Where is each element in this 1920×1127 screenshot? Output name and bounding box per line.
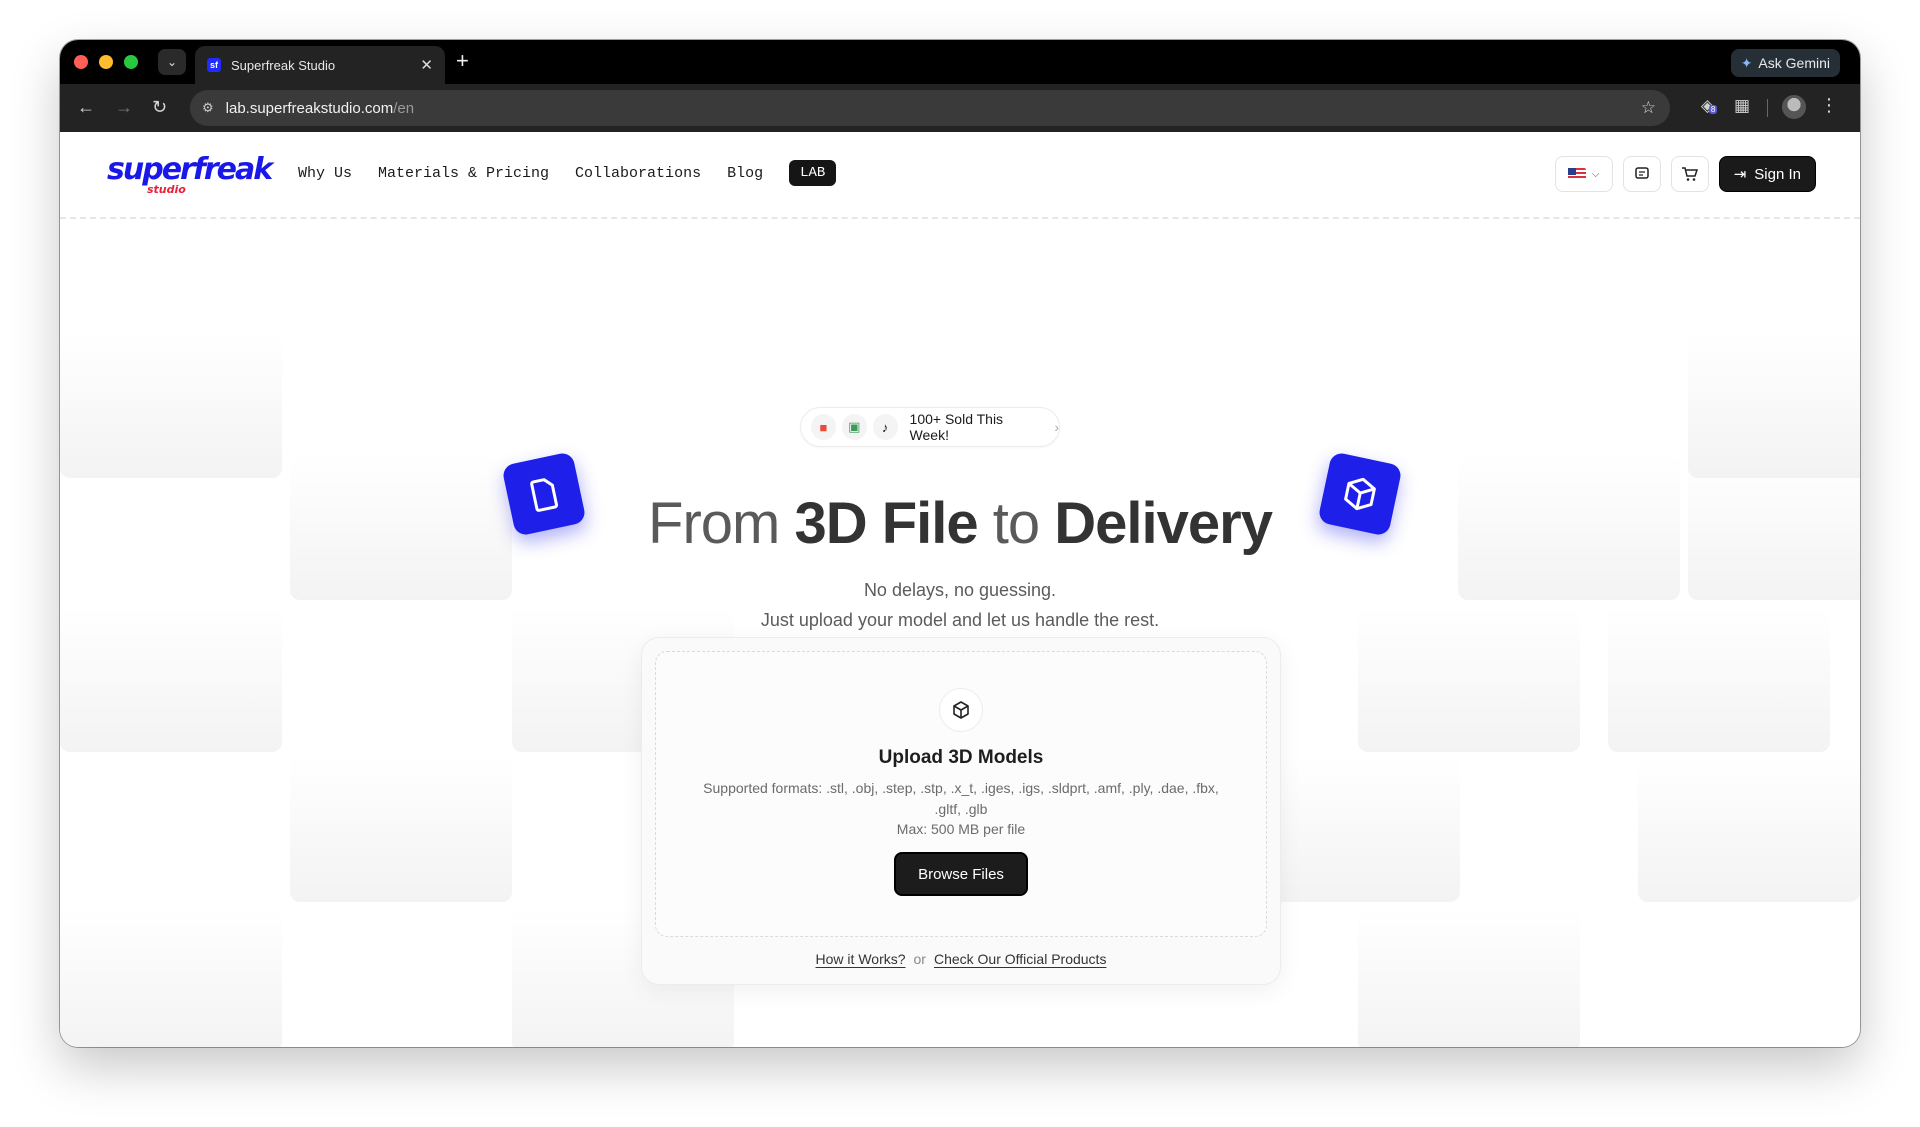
cube-outline-icon [953, 701, 969, 719]
pill-text: 100+ Sold This Week! [909, 411, 1004, 443]
cart-button[interactable] [1670, 156, 1709, 192]
shopping-bag-icon: ■ [811, 414, 836, 440]
minimize-window-button[interactable] [99, 55, 113, 69]
address-bar[interactable]: ⚙ lab.superfreakstudio.com /en ☆ [190, 90, 1670, 126]
language-selector[interactable]: ⌵ [1554, 156, 1613, 192]
puzzle-extensions-icon[interactable]: ▦ [1734, 96, 1750, 116]
browser-window: ⌄ sf Superfreak Studio ✕ + ✦ Ask Gemini … [60, 40, 1860, 1047]
tab-title: Superfreak Studio [231, 57, 336, 73]
hero-title-to: to [992, 491, 1040, 556]
browse-files-button[interactable]: Browse Files [894, 852, 1028, 896]
us-flag-icon [1567, 168, 1586, 180]
nav-materials-pricing[interactable]: Materials & Pricing [378, 165, 549, 182]
upload-dropzone[interactable]: Upload 3D Models Supported formats: .stl… [655, 651, 1267, 937]
web-page: superfreak studio Why Us Materials & Pri… [60, 132, 1860, 1047]
back-arrow-icon[interactable]: ← [77, 96, 95, 118]
official-products-link[interactable]: Check Our Official Products [934, 951, 1106, 967]
url-host: lab.superfreakstudio.com [225, 99, 394, 117]
ask-gemini-label: Ask Gemini [1758, 55, 1830, 71]
nav-lab[interactable]: LAB [789, 160, 837, 186]
bookmark-star-icon[interactable]: ☆ [1641, 98, 1656, 118]
logo-subtitle: studio [147, 183, 186, 196]
extension-badge: 8 [1708, 105, 1718, 114]
site-settings-icon[interactable]: ⚙ [202, 100, 214, 116]
max-file-size: Max: 500 MB per file [896, 821, 1026, 837]
messages-button[interactable] [1622, 156, 1661, 192]
browser-toolbar: ← → ↻ ⚙ lab.superfreakstudio.com /en ☆ ◈… [60, 84, 1860, 132]
chevron-right-icon: › [1054, 419, 1059, 435]
message-icon [1634, 167, 1649, 179]
nav-collaborations[interactable]: Collaborations [575, 165, 701, 182]
hero-subtitle: No delays, no guessing. Just upload your… [60, 575, 1860, 635]
hero-sub-line-2: Just upload your model and let us handle… [760, 610, 1160, 630]
forward-arrow-icon[interactable]: → [115, 96, 133, 118]
more-menu-icon[interactable]: ⋮ [1820, 95, 1838, 116]
title-bar: ⌄ sf Superfreak Studio ✕ + ✦ Ask Gemini [60, 40, 1860, 84]
site-logo[interactable]: superfreak studio [107, 152, 273, 200]
supported-formats: Supported formats: .stl, .obj, .step, .s… [703, 780, 1219, 817]
header-actions: ⌵ ⇥ Sign In [1554, 156, 1816, 192]
gemini-sparkle-icon: ✦ [1740, 54, 1753, 71]
site-header: superfreak studio Why Us Materials & Pri… [60, 132, 1860, 219]
hero-title: From 3D File to Delivery [60, 490, 1860, 557]
chevron-down-icon: ⌄ [166, 55, 178, 69]
how-it-works-link[interactable]: How it Works? [816, 951, 906, 967]
sign-in-button[interactable]: ⇥ Sign In [1718, 156, 1816, 192]
maximize-window-button[interactable] [124, 55, 138, 69]
toolbar-divider [1767, 99, 1768, 117]
tab-search-button[interactable]: ⌄ [158, 49, 186, 75]
profile-avatar[interactable] [1782, 95, 1806, 119]
sign-in-icon: ⇥ [1733, 166, 1747, 183]
upload-title: Upload 3D Models [878, 747, 1044, 768]
url-path: /en [393, 99, 415, 117]
nav-blog[interactable]: Blog [727, 165, 763, 182]
nav-why-us[interactable]: Why Us [298, 165, 352, 182]
browser-tab[interactable]: sf Superfreak Studio ✕ [195, 46, 445, 84]
upload-cube-icon [939, 688, 983, 732]
or-separator: or [913, 951, 926, 967]
extension-icon[interactable]: ◈ 8 [1701, 96, 1718, 116]
sign-in-label: Sign In [1754, 165, 1801, 183]
tab-favicon: sf [207, 58, 221, 72]
grid-cell [290, 756, 512, 902]
store-icon: ▣ [841, 414, 867, 440]
grid-cell [60, 906, 282, 1047]
close-window-button[interactable] [74, 55, 88, 69]
logo-wordmark: superfreak [107, 152, 273, 187]
main-nav: Why Us Materials & Pricing Collaboration… [298, 160, 837, 186]
hero-title-from: From [648, 491, 780, 556]
grid-cell [1358, 906, 1580, 1047]
grid-cell [60, 332, 282, 478]
tiktok-icon: ♪ [872, 414, 898, 440]
hero-title-delivery: Delivery [1054, 491, 1273, 556]
new-tab-button[interactable]: + [456, 50, 469, 72]
reload-icon[interactable]: ↻ [152, 96, 167, 118]
cart-icon [1681, 167, 1698, 181]
card-links: How it Works? or Check Our Official Produc… [642, 951, 1280, 967]
upload-card: Upload 3D Models Supported formats: .stl… [641, 637, 1281, 985]
ask-gemini-button[interactable]: ✦ Ask Gemini [1730, 49, 1840, 77]
hero-title-3d-file: 3D File [794, 491, 978, 556]
grid-cell [1638, 756, 1860, 902]
close-tab-icon[interactable]: ✕ [420, 56, 433, 74]
sold-this-week-pill[interactable]: ■ ▣ ♪ 100+ Sold This Week! › [800, 407, 1060, 447]
chevron-down-icon: ⌵ [1591, 168, 1600, 180]
hero-sub-line-1: No delays, no guessing. [863, 580, 1057, 600]
